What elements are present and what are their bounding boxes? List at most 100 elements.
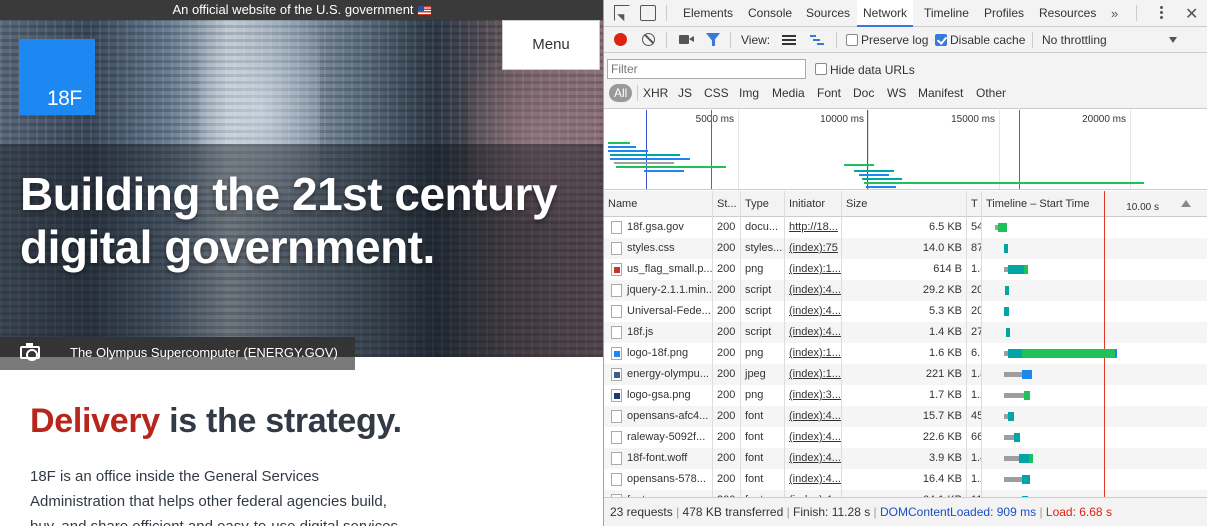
- tab-sources[interactable]: Sources: [804, 0, 852, 27]
- more-tabs-button[interactable]: »: [1111, 6, 1118, 21]
- menu-button[interactable]: Menu: [502, 20, 600, 70]
- network-overview[interactable]: 5000 ms 10000 ms 15000 ms 20000 ms: [604, 110, 1207, 190]
- column-size[interactable]: Size: [842, 191, 967, 217]
- cell-type: docu...: [741, 217, 785, 238]
- file-icon: [611, 452, 622, 465]
- kebab-menu-icon[interactable]: [1160, 6, 1164, 21]
- cell-type: font: [741, 448, 785, 469]
- overview-bar: [854, 170, 894, 172]
- cell-status: 200: [713, 364, 741, 385]
- chevron-down-icon[interactable]: [1169, 37, 1177, 43]
- cell-initiator[interactable]: (index):3...: [785, 385, 842, 406]
- type-filter-all[interactable]: All: [609, 84, 633, 102]
- cell-initiator[interactable]: http://18...: [785, 217, 842, 238]
- cell-initiator[interactable]: (index):4...: [785, 406, 842, 427]
- large-rows-icon[interactable]: [782, 35, 796, 45]
- cell-time: 11: [967, 490, 982, 497]
- image-icon: [611, 263, 622, 276]
- type-filter-other[interactable]: Other: [972, 84, 1010, 102]
- clear-icon[interactable]: [642, 33, 655, 46]
- timing-bar: [1008, 412, 1014, 421]
- tab-resources[interactable]: Resources: [1037, 0, 1098, 27]
- type-filter-doc[interactable]: Doc: [849, 84, 878, 102]
- devtools-panel: Elements Console Sources Network Timelin…: [603, 0, 1207, 526]
- type-filter-font[interactable]: Font: [813, 84, 845, 102]
- timing-bar: [998, 223, 1007, 232]
- type-filter-ws[interactable]: WS: [883, 84, 910, 102]
- summary-load: Load: 6.68 s: [1045, 505, 1112, 519]
- overview-bar: [862, 178, 902, 180]
- 18f-logo[interactable]: 18F: [19, 39, 95, 115]
- cell-initiator[interactable]: (index):4...: [785, 301, 842, 322]
- hide-data-urls-label[interactable]: Hide data URLs: [830, 63, 915, 77]
- type-filter-manifest[interactable]: Manifest: [914, 84, 967, 102]
- tab-timeline[interactable]: Timeline: [922, 0, 971, 27]
- record-icon[interactable]: [614, 33, 627, 46]
- cell-time: 87: [967, 238, 982, 259]
- type-filter-img[interactable]: Img: [735, 84, 763, 102]
- cell-initiator[interactable]: (index):1...: [785, 364, 842, 385]
- overview-icon[interactable]: [810, 35, 824, 45]
- cell-size: 29.2 KB: [842, 280, 967, 301]
- column-status[interactable]: St...: [713, 191, 741, 217]
- timing-bar: [1004, 435, 1014, 440]
- photo-credit[interactable]: The Olympus Supercomputer (ENERGY.GOV): [70, 345, 338, 360]
- tab-elements[interactable]: Elements: [681, 0, 735, 27]
- cell-initiator[interactable]: (index):75: [785, 238, 842, 259]
- timing-bar: [1004, 372, 1022, 377]
- cell-initiator[interactable]: (index):4...: [785, 280, 842, 301]
- tab-console[interactable]: Console: [746, 0, 794, 27]
- timing-bar: [1004, 244, 1008, 253]
- cell-time: 6.: [967, 343, 982, 364]
- filter-bar: Hide data URLs All XHR JS CSS Img Media …: [604, 53, 1207, 109]
- capture-screenshots-icon[interactable]: [679, 35, 694, 44]
- filter-input[interactable]: [607, 59, 806, 79]
- summary-dom-loaded: DOMContentLoaded: 909 ms: [880, 505, 1037, 519]
- close-icon[interactable]: ✕: [1185, 4, 1198, 24]
- column-type[interactable]: Type: [741, 191, 785, 217]
- cell-size: 221 KB: [842, 364, 967, 385]
- inspect-element-icon[interactable]: [614, 5, 630, 21]
- preserve-log-label[interactable]: Preserve log: [861, 33, 928, 47]
- cell-initiator[interactable]: (index):4...: [785, 469, 842, 490]
- cell-size: 3.9 KB: [842, 448, 967, 469]
- cell-initiator[interactable]: (index):4...: [785, 490, 842, 497]
- hide-data-urls-checkbox[interactable]: [815, 63, 827, 75]
- summary-transferred: 478 KB transferred: [682, 505, 784, 519]
- timing-bar: [1115, 349, 1117, 358]
- cell-initiator[interactable]: (index):1...: [785, 259, 842, 280]
- file-icon: [611, 326, 622, 339]
- summary-finish: Finish: 11.28 s: [793, 505, 871, 519]
- cell-status: 200: [713, 448, 741, 469]
- type-filter-css[interactable]: CSS: [700, 84, 733, 102]
- disable-cache-label[interactable]: Disable cache: [950, 33, 1025, 47]
- cell-initiator[interactable]: (index):4...: [785, 427, 842, 448]
- overview-bar: [844, 164, 874, 166]
- cell-status: 200: [713, 490, 741, 497]
- cell-size: 1.7 KB: [842, 385, 967, 406]
- device-mode-icon[interactable]: [640, 5, 656, 21]
- cell-initiator[interactable]: (index):1...: [785, 343, 842, 364]
- column-initiator[interactable]: Initiator: [785, 191, 842, 217]
- type-filter-media[interactable]: Media: [768, 84, 809, 102]
- filter-icon[interactable]: [706, 33, 720, 46]
- throttling-select[interactable]: No throttling: [1042, 33, 1107, 47]
- preserve-log-checkbox[interactable]: [846, 34, 858, 46]
- type-filter-xhr[interactable]: XHR: [639, 84, 672, 102]
- request-table: Name St... Type Initiator Size T Timelin…: [604, 191, 1207, 497]
- tab-profiles[interactable]: Profiles: [982, 0, 1026, 27]
- cell-time: 1.8: [967, 364, 982, 385]
- cell-status: 200: [713, 406, 741, 427]
- tab-network[interactable]: Network: [857, 0, 914, 27]
- image-icon: [611, 389, 622, 402]
- cell-initiator[interactable]: (index):4...: [785, 322, 842, 343]
- column-time[interactable]: T: [967, 191, 982, 217]
- column-name[interactable]: Name: [604, 191, 713, 217]
- disable-cache-checkbox[interactable]: [935, 34, 947, 46]
- image-icon: [611, 347, 622, 360]
- cell-initiator[interactable]: (index):4...: [785, 448, 842, 469]
- timing-bar: [1004, 456, 1019, 461]
- type-filter-js[interactable]: JS: [674, 84, 696, 102]
- overview-bar: [610, 158, 690, 160]
- overview-bar: [644, 170, 684, 172]
